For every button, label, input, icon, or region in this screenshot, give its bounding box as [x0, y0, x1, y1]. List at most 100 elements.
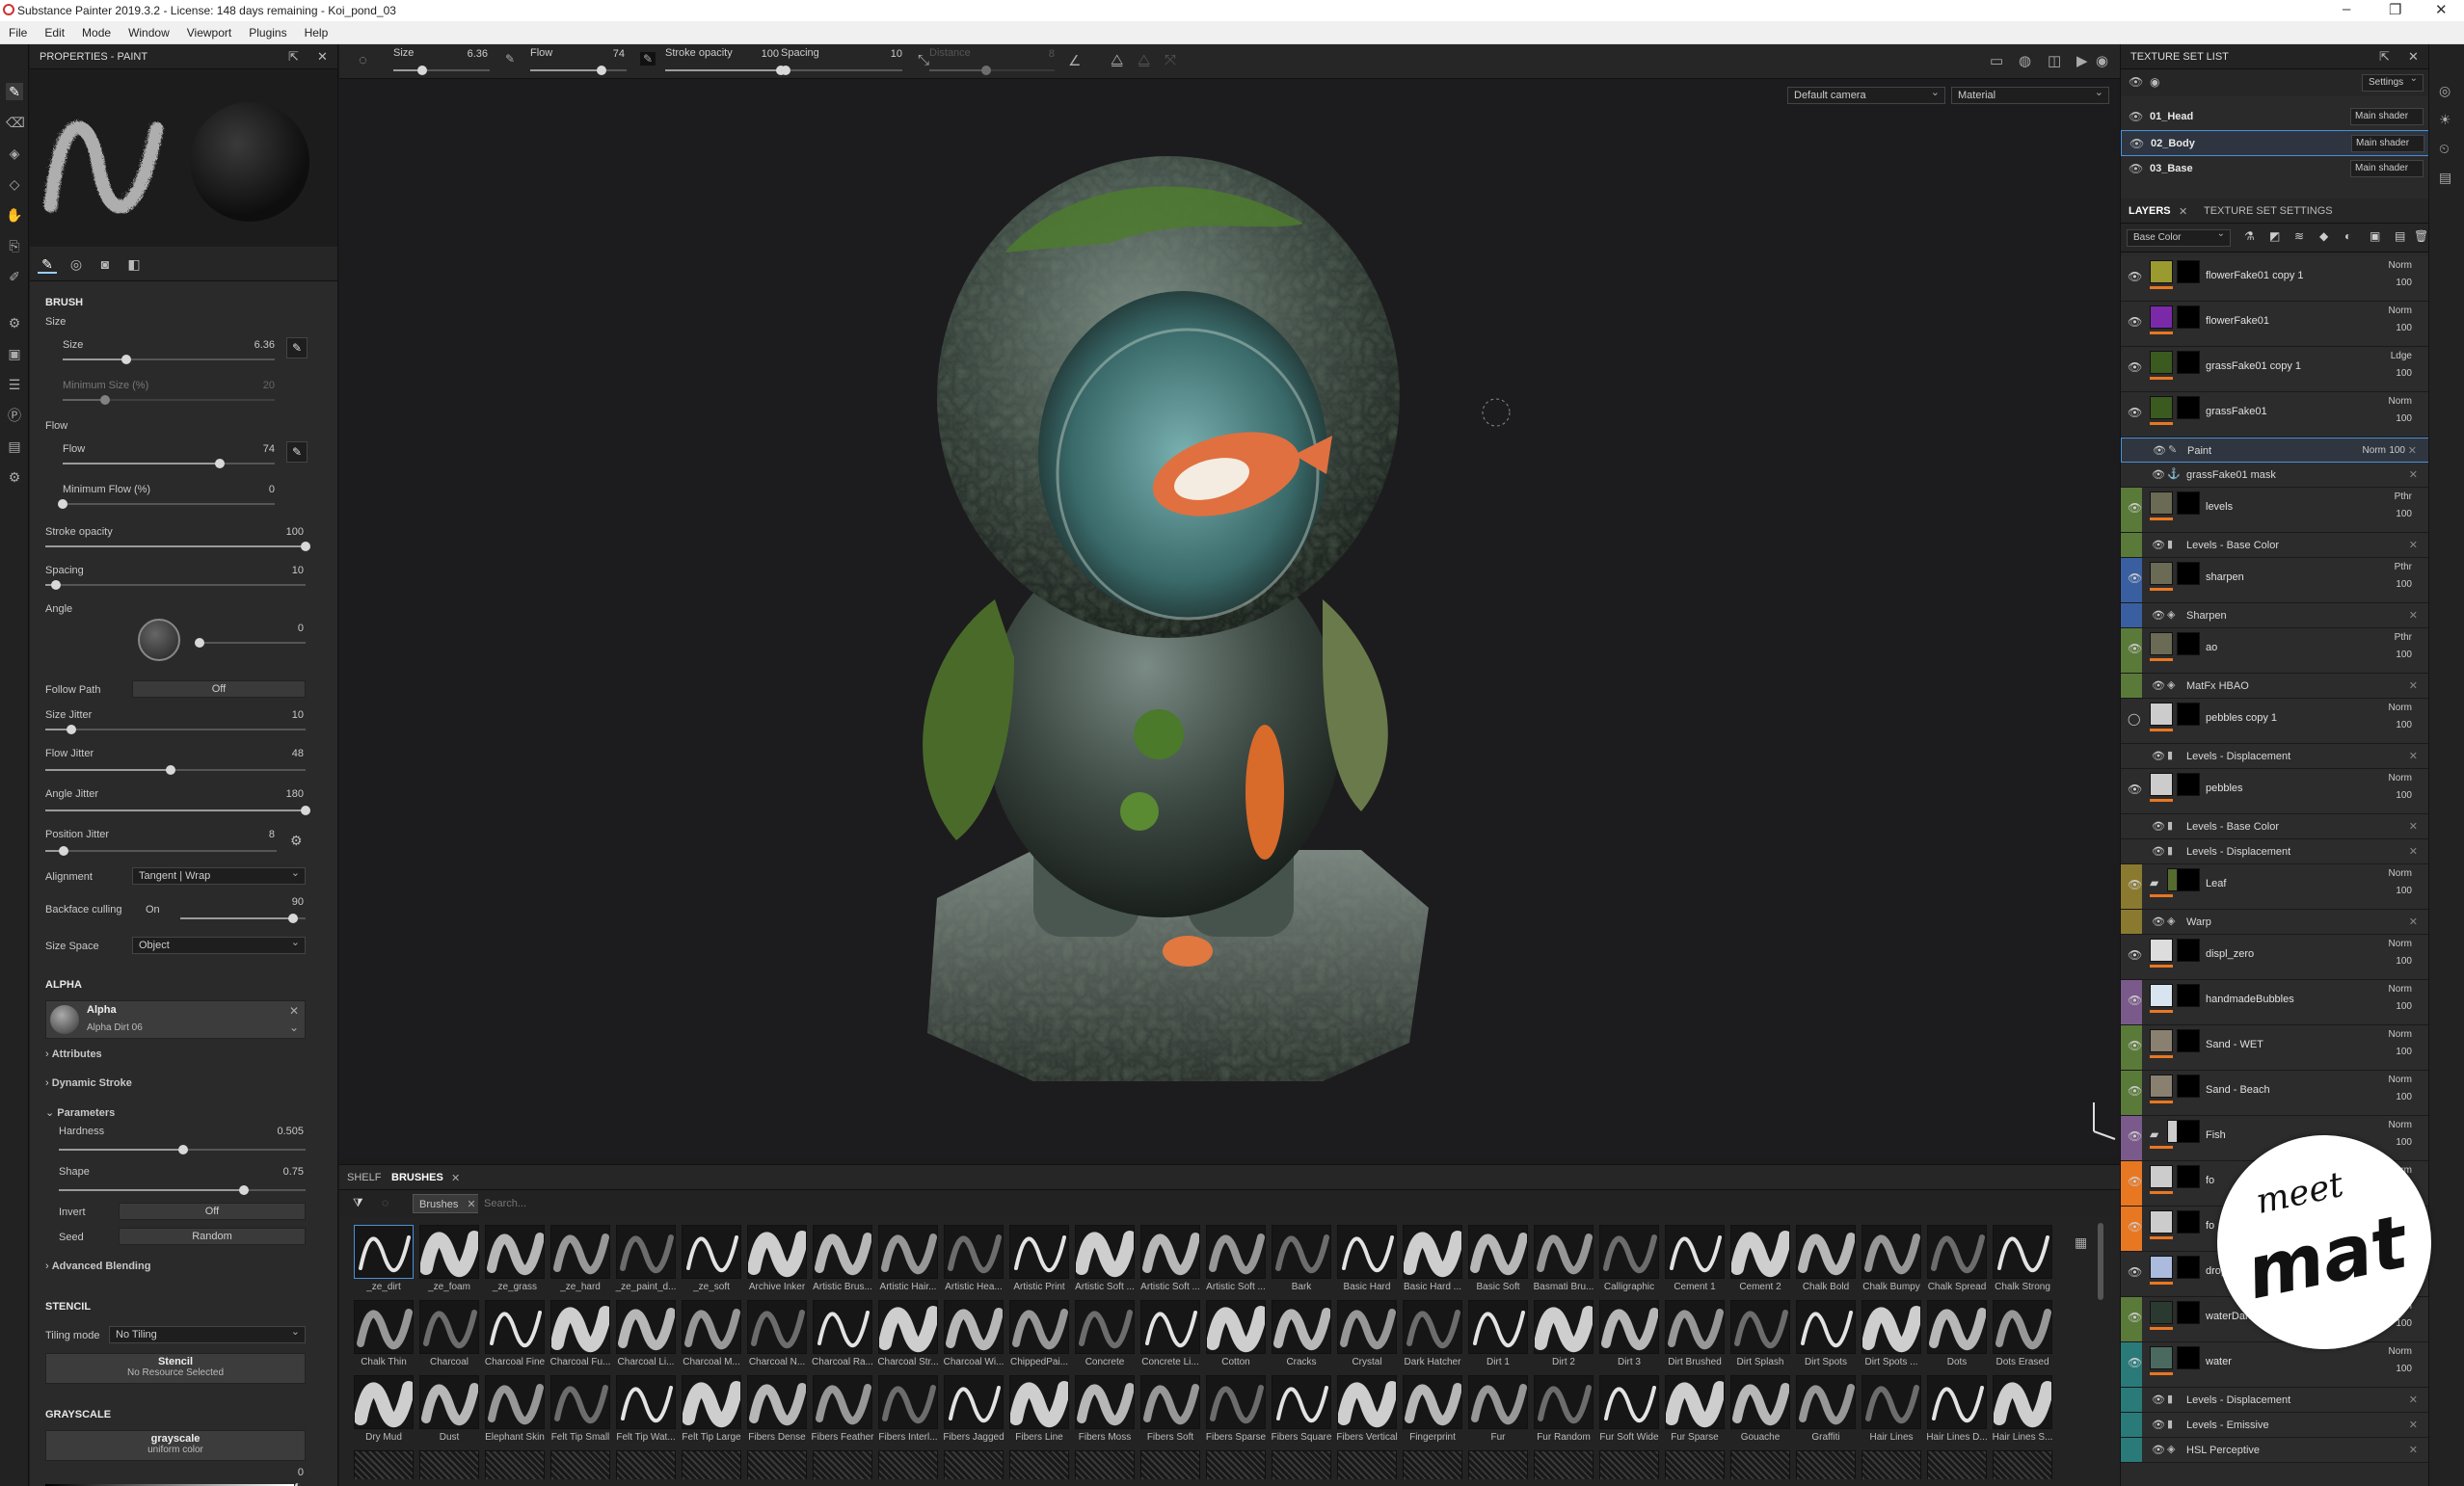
opacity-value[interactable]: 100 [2396, 1092, 2412, 1102]
toolbar-spacing-slider[interactable] [781, 66, 902, 75]
stroke-opacity-slider[interactable] [45, 542, 310, 551]
brush-preset[interactable]: Basmati Bru... [1533, 1225, 1594, 1298]
brush-preset[interactable]: Bark [1271, 1225, 1332, 1298]
eye-icon[interactable]: 👁 [2152, 609, 2165, 622]
shader-dropdown[interactable]: Main shader [2350, 160, 2424, 177]
brush-preset[interactable] [746, 1450, 808, 1479]
remove-effect-icon[interactable]: ✕ [2409, 679, 2418, 692]
brush-preset[interactable]: Cement 2 [1729, 1225, 1791, 1298]
eye-icon[interactable]: 👁 [2153, 444, 2166, 457]
layer-row[interactable]: ◯ pebbles copy 1 Norm 100 [2121, 699, 2428, 744]
eye-icon[interactable]: 👁 [2128, 1356, 2142, 1369]
blend-mode-dropdown[interactable]: Ldge [2391, 351, 2412, 361]
size-jitter-value[interactable]: 10 [265, 709, 304, 721]
blend-mode-dropdown[interactable]: Norm [2389, 1029, 2412, 1040]
export-icon[interactable]: ☰ [6, 376, 23, 393]
blend-mode-dropdown[interactable]: Norm [2389, 939, 2412, 949]
hardness-value[interactable]: 0.505 [265, 1126, 304, 1137]
layer-row[interactable]: 👁 flowerFake01 copy 1 Norm 100 [2121, 256, 2428, 302]
brush-preset[interactable]: Fur Sparse [1664, 1375, 1726, 1448]
toolbar-flow-pressure-icon[interactable]: ✎ [640, 52, 656, 66]
spacing-value[interactable]: 10 [265, 565, 304, 576]
size-space-dropdown[interactable]: Object [132, 936, 306, 954]
remove-effect-icon[interactable]: ✕ [2409, 845, 2418, 858]
hardness-slider[interactable] [59, 1145, 306, 1154]
remove-effect-icon[interactable]: ✕ [2409, 468, 2418, 481]
close-brushes-tab-icon[interactable]: ✕ [451, 1172, 460, 1184]
flow-jitter-slider[interactable] [45, 765, 306, 775]
brush-preset[interactable]: ChippedPai... [1008, 1300, 1070, 1373]
brush-preset[interactable] [1598, 1450, 1660, 1479]
tab-stencil-icon[interactable]: ◙ [95, 254, 115, 274]
brush-preset[interactable] [549, 1450, 611, 1479]
texture-set-row[interactable]: 👁 02_Body Main shader [2121, 130, 2428, 156]
shape-slider[interactable] [59, 1185, 306, 1195]
close-panel-icon[interactable]: ✕ [2408, 49, 2419, 65]
delete-layer-icon[interactable]: 🗑 [2414, 229, 2428, 243]
eye-icon[interactable]: 👁 [2152, 539, 2165, 551]
eye-icon[interactable]: 👁 [2129, 162, 2143, 175]
texture-set-row[interactable]: 👁 01_Head Main shader [2121, 104, 2428, 130]
layer-row[interactable]: 👁 water Norm 100 [2121, 1342, 2428, 1388]
remove-effect-icon[interactable]: ✕ [2409, 1444, 2418, 1456]
brush-preset[interactable] [1861, 1450, 1922, 1479]
min-flow-slider[interactable] [58, 499, 275, 509]
brush-preset[interactable]: Dust [418, 1375, 480, 1448]
eye-icon[interactable]: 👁 [2152, 468, 2165, 481]
opacity-value[interactable]: 100 [2396, 509, 2412, 519]
eye-icon[interactable]: 👁 [2128, 1311, 2142, 1324]
opacity-value[interactable]: 100 [2396, 886, 2412, 896]
bake-icon[interactable]: ▣ [6, 345, 23, 362]
effect-row[interactable]: 👁 ▮ Levels - Emissive ✕ [2121, 1413, 2428, 1438]
position-jitter-slider[interactable] [45, 846, 277, 856]
opacity-value[interactable]: 100 [2396, 1001, 2412, 1012]
refresh-icon[interactable]: ◌ [382, 1196, 388, 1209]
toolbar-flow-value[interactable]: 74 [596, 48, 625, 60]
toolbar-size-pressure-icon[interactable]: ✎ [505, 52, 515, 66]
layer-row[interactable]: 👁 pebbles Norm 100 [2121, 769, 2428, 814]
add-fill-layer-icon[interactable]: ◆ [2319, 229, 2328, 243]
eye-icon[interactable]: 👁 [2128, 1129, 2142, 1143]
remove-effect-icon[interactable]: ✕ [2409, 1419, 2418, 1431]
brush-preset[interactable]: Fibers Interl... [877, 1375, 939, 1448]
brush-preset[interactable]: Charcoal Ra... [812, 1300, 873, 1373]
blend-mode-dropdown[interactable]: Norm [2389, 1120, 2412, 1130]
brush-preset[interactable]: Charcoal N... [746, 1300, 808, 1373]
maximize-icon[interactable]: ❐ [2389, 1, 2401, 18]
brush-preset[interactable]: Dots [1926, 1300, 1988, 1373]
brush-preset[interactable]: Fibers Square [1271, 1375, 1332, 1448]
blend-mode-dropdown[interactable]: Pthr [2395, 632, 2412, 643]
menu-window[interactable]: Window [120, 21, 178, 40]
spacing-slider[interactable] [45, 580, 306, 590]
stencil-resource-slot[interactable]: Stencil No Resource Selected [45, 1353, 306, 1384]
brush-preset[interactable]: Dirt Spots [1795, 1300, 1857, 1373]
symmetry-mode-icon[interactable]: ⧋ [1138, 52, 1150, 68]
brush-preset[interactable] [1139, 1450, 1201, 1479]
brush-preset[interactable]: Charcoal Fine [484, 1300, 546, 1373]
brush-preset[interactable]: Dirt 3 [1598, 1300, 1660, 1373]
brush-preset[interactable]: Dry Mud [353, 1375, 415, 1448]
render-icon[interactable]: ◫ [2048, 52, 2061, 69]
eye-icon[interactable]: 👁 [2152, 750, 2165, 762]
opacity-value[interactable]: 100 [2396, 323, 2412, 333]
brush-preset[interactable] [1926, 1450, 1988, 1479]
eye-icon[interactable]: 👁 [2128, 1220, 2142, 1234]
remove-effect-icon[interactable]: ✕ [2409, 915, 2418, 928]
angle-slider[interactable] [195, 638, 306, 648]
opacity-value[interactable]: 100 [2396, 1137, 2412, 1148]
brush-preset[interactable] [1729, 1450, 1791, 1479]
grayscale-picker-icon[interactable]: ◐ [294, 1478, 301, 1486]
minimize-icon[interactable]: – [2343, 1, 2350, 17]
brush-preset[interactable] [1992, 1450, 2053, 1479]
brush-preset[interactable]: Basic Soft [1467, 1225, 1529, 1298]
add-paint-layer-icon[interactable]: ◐ [2344, 229, 2351, 243]
brush-preset[interactable]: Cement 1 [1664, 1225, 1726, 1298]
toolbar-spacing-value[interactable]: 10 [873, 48, 902, 60]
remove-effect-icon[interactable]: ✕ [2409, 609, 2418, 622]
flow-value[interactable]: 74 [236, 443, 275, 455]
eye-icon[interactable]: 👁 [2128, 571, 2142, 585]
brush-preset[interactable] [1336, 1450, 1398, 1479]
brush-preset[interactable]: Artistic Hea... [943, 1225, 1004, 1298]
tab-layers[interactable]: LAYERS [2129, 205, 2171, 217]
brush-preset[interactable]: Dirt 1 [1467, 1300, 1529, 1373]
